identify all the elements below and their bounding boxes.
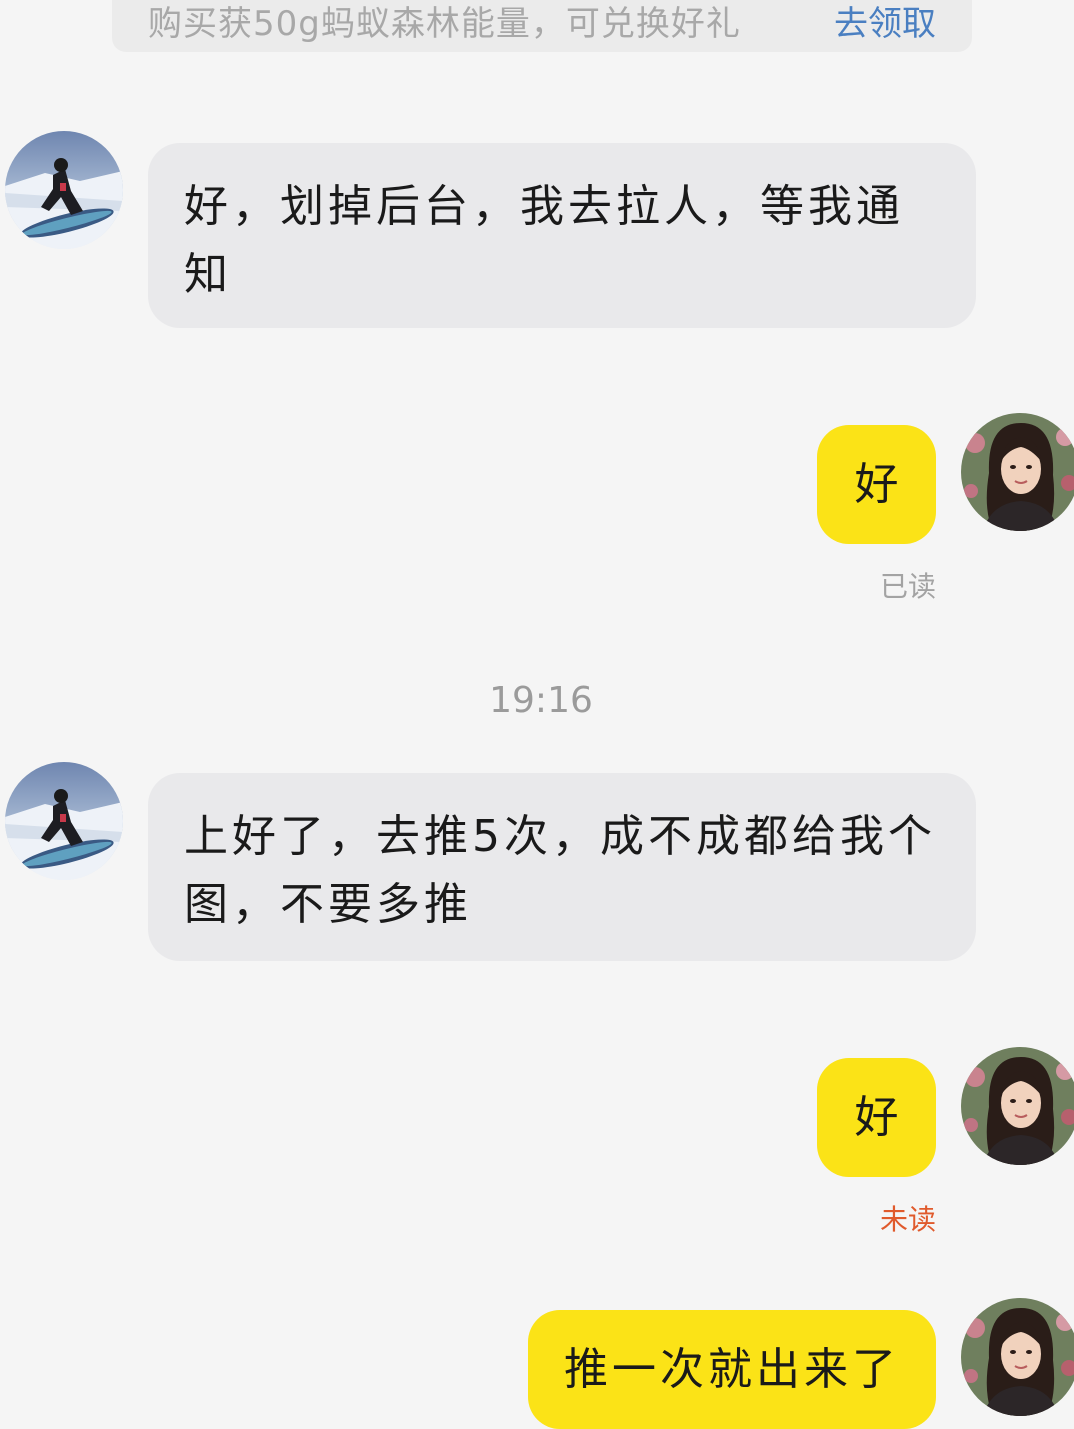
message-bubble-sent[interactable]: 推一次就出来了 xyxy=(528,1310,936,1429)
message-text: 上好了，去推5次，成不成都给我个图，不要多推 xyxy=(184,811,936,930)
time-divider: 19:16 xyxy=(489,680,593,721)
message-text: 好，划掉后台，我去拉人，等我通知 xyxy=(184,181,904,300)
woman-avatar[interactable] xyxy=(961,1298,1074,1416)
read-status: 已读 xyxy=(879,570,936,603)
promo-text: 购买获50g蚂蚁森林能量，可兑换好礼 xyxy=(148,4,741,44)
woman-avatar[interactable] xyxy=(961,413,1074,531)
message-bubble-sent[interactable]: 好 xyxy=(817,425,936,544)
woman-avatar[interactable] xyxy=(961,1047,1074,1165)
snowboarder-avatar[interactable] xyxy=(5,762,123,880)
message-bubble-sent[interactable]: 好 xyxy=(817,1058,936,1177)
promo-banner: 购买获50g蚂蚁森林能量，可兑换好礼 去领取 xyxy=(112,0,972,52)
unread-status: 未读 xyxy=(879,1203,936,1236)
message-bubble-received[interactable]: 上好了，去推5次，成不成都给我个图，不要多推 xyxy=(148,773,976,961)
snowboarder-avatar[interactable] xyxy=(5,131,123,249)
message-text: 推一次就出来了 xyxy=(564,1344,900,1395)
message-text: 好 xyxy=(854,459,899,510)
message-bubble-received[interactable]: 好，划掉后台，我去拉人，等我通知 xyxy=(148,143,976,328)
message-text: 好 xyxy=(854,1092,899,1143)
promo-claim-link[interactable]: 去领取 xyxy=(834,0,936,45)
